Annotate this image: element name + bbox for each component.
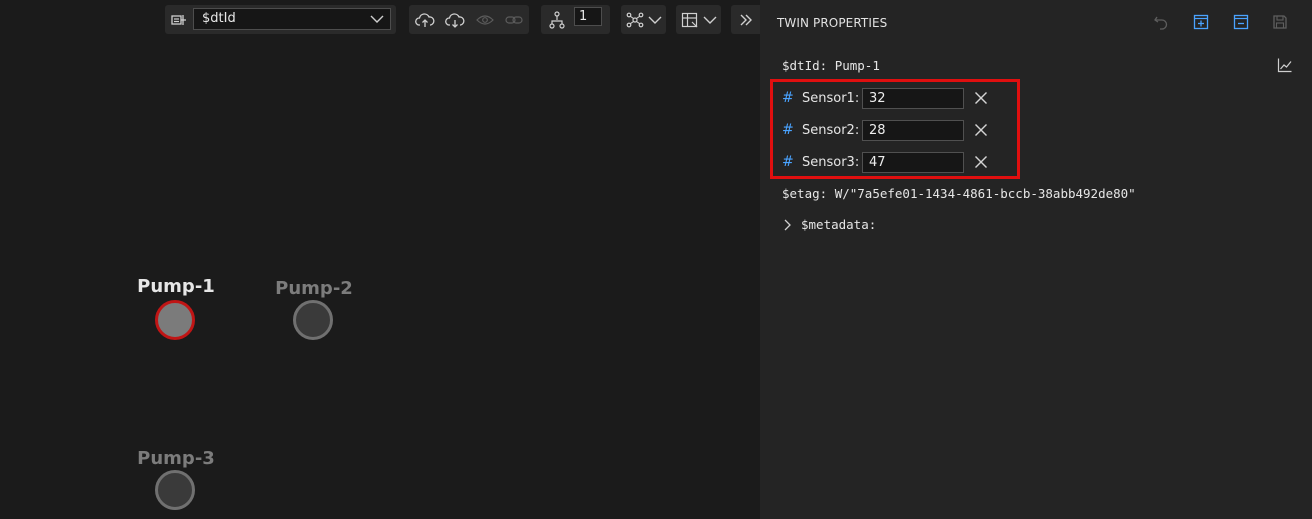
id-select[interactable]: $dtId [193, 8, 391, 30]
chart-icon[interactable] [1277, 57, 1293, 73]
node-pump-2[interactable] [293, 300, 333, 340]
dtid-row: $dtId: Pump-1 [782, 58, 880, 73]
view-button[interactable] [471, 5, 499, 34]
layout-group [621, 5, 666, 34]
node-label-pump-1: Pump-1 [137, 276, 215, 297]
table-view-group [676, 5, 721, 34]
link-button[interactable] [500, 5, 528, 34]
chevron-down-icon [648, 16, 661, 24]
link-icon [505, 15, 523, 24]
upload-cloud-icon [415, 12, 435, 27]
save-icon[interactable] [1272, 14, 1288, 30]
id-toggle-icon [171, 14, 186, 25]
table-view-button[interactable] [676, 5, 721, 34]
import-button[interactable] [441, 5, 469, 34]
metadata-row[interactable]: $metadata: [782, 217, 876, 232]
etag-key: $etag: [782, 186, 828, 201]
id-select-value: $dtId [202, 11, 236, 26]
chevron-down-icon [370, 15, 384, 23]
import-cloud-icon [445, 12, 465, 28]
graph-layout-button[interactable] [621, 5, 666, 34]
query-branch-button[interactable] [545, 5, 569, 34]
eye-icon [476, 14, 494, 25]
query-depth-group: 1 [541, 5, 610, 34]
query-depth-input[interactable]: 1 [574, 7, 602, 26]
more-group [731, 5, 760, 34]
metadata-label: $metadata: [801, 217, 877, 232]
properties-highlight-box [770, 79, 1020, 179]
double-chevron-icon [740, 14, 752, 25]
expand-all-icon[interactable] [1193, 14, 1209, 30]
node-label-pump-2: Pump-2 [275, 278, 353, 299]
query-branch-icon [549, 10, 565, 29]
more-button[interactable] [731, 5, 760, 34]
graph-canvas[interactable]: Pump-1 Pump-2 Pump-3 [0, 40, 760, 519]
etag-row: $etag: W/"7a5efe01-1434-4861-bccb-38abb4… [782, 186, 1136, 201]
import-export-group [409, 5, 529, 34]
panel-title: TWIN PROPERTIES [777, 16, 888, 30]
collapse-all-icon[interactable] [1233, 14, 1249, 30]
dtid-key: $dtId: [782, 58, 828, 73]
id-selector-group: $dtId [165, 5, 396, 34]
chevron-right-icon [784, 219, 791, 230]
dtid-value: Pump-1 [834, 58, 880, 73]
chevron-down-icon [703, 16, 716, 24]
undo-icon[interactable] [1153, 14, 1169, 30]
graph-layout-icon [626, 12, 643, 27]
id-toggle-button[interactable] [169, 5, 189, 34]
node-label-pump-3: Pump-3 [137, 448, 215, 469]
node-pump-1[interactable] [155, 300, 195, 340]
node-pump-3[interactable] [155, 470, 195, 510]
upload-button[interactable] [411, 5, 439, 34]
etag-value: W/"7a5efe01-1434-4861-bccb-38abb492de80" [834, 186, 1136, 201]
twin-properties-panel: TWIN PROPERTIES $dtId: Pump-1 # Sensor1:… [760, 0, 1312, 519]
table-view-icon [681, 12, 697, 27]
